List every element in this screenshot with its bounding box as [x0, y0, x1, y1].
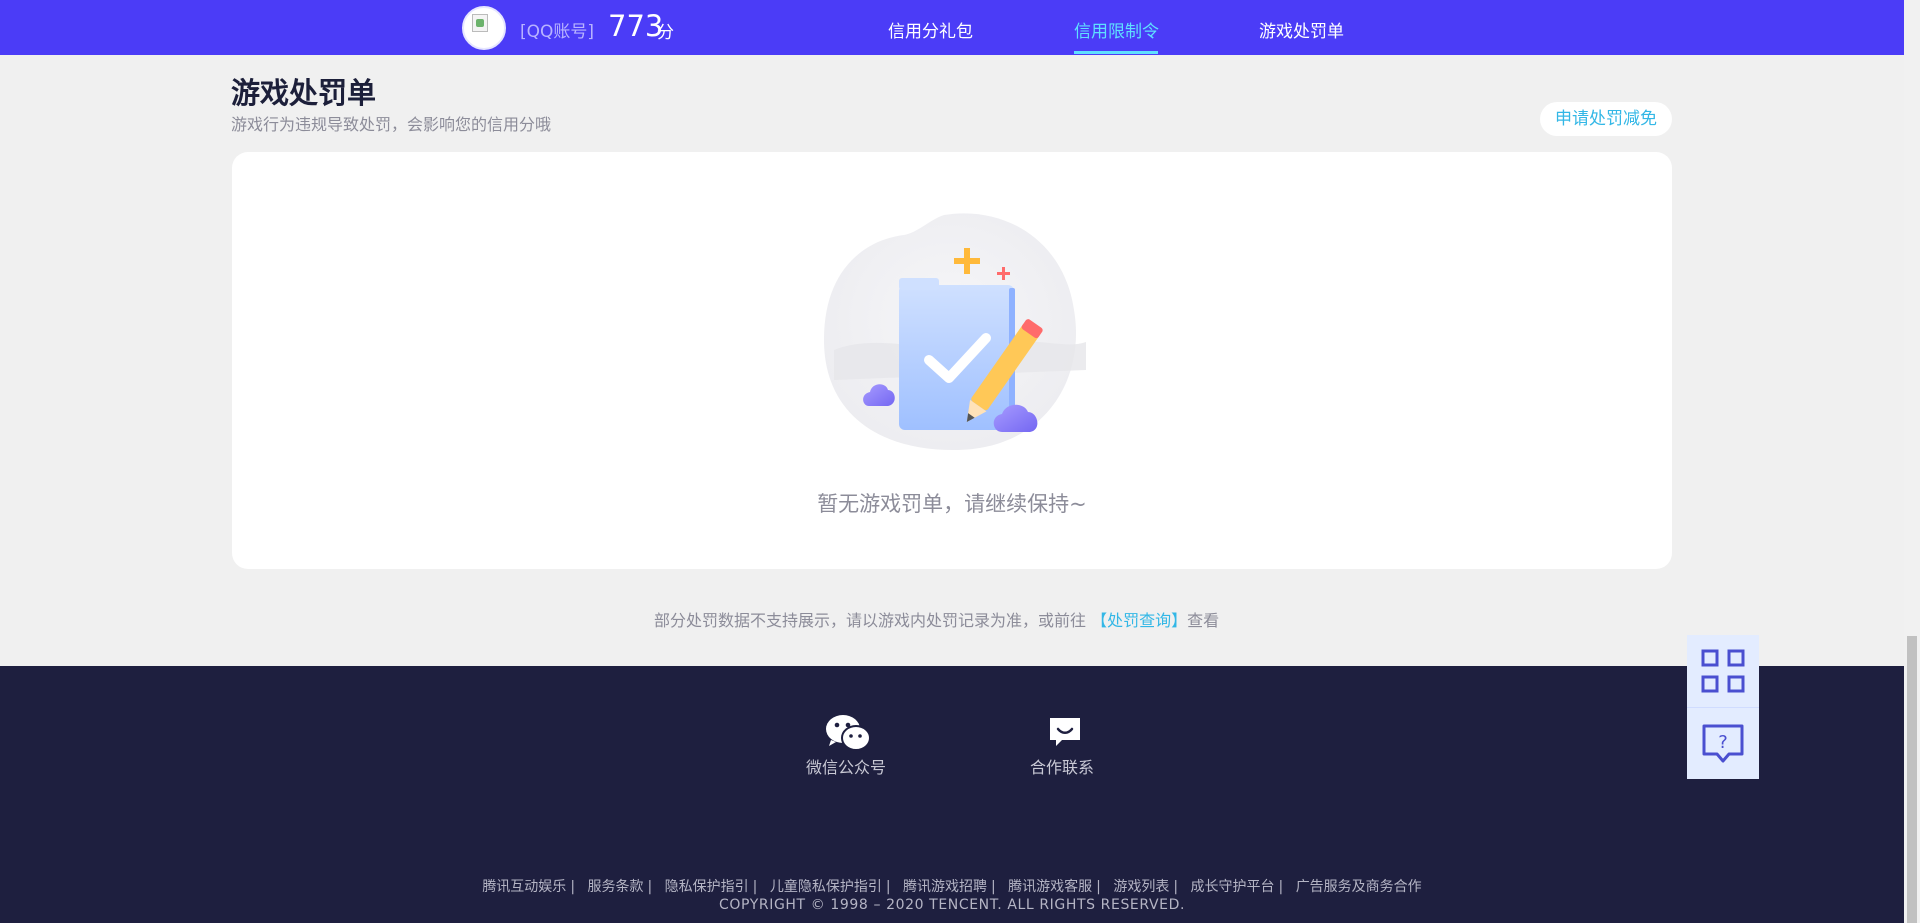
broken-image-icon [472, 14, 488, 32]
empty-state-text: 暂无游戏罚单，请继续保持~ [817, 492, 1087, 516]
wechat-icon[interactable] [825, 714, 871, 752]
penalty-query-link[interactable]: 【处罚查询】 [1091, 611, 1187, 630]
page-title: 游戏处罚单 [231, 76, 377, 110]
copyright: COPYRIGHT © 1998 – 2020 TENCENT. ALL RIG… [719, 897, 1185, 913]
svg-text:?: ? [1718, 732, 1728, 753]
wechat-label[interactable]: 微信公众号 [806, 754, 886, 778]
penalty-notice: 部分处罚数据不支持展示，请以游戏内处罚记录为准，或前往 【处罚查询】查看 [654, 607, 1219, 631]
avatar[interactable] [462, 6, 506, 50]
nav-active-indicator [1074, 51, 1158, 54]
footer-link[interactable]: 服务条款 [587, 879, 643, 895]
chat-bubble-icon[interactable] [1048, 716, 1082, 748]
footer-link[interactable]: 成长守护平台 [1191, 879, 1275, 895]
nav-credit-gift[interactable]: 信用分礼包 [888, 17, 973, 42]
notice-suffix: 查看 [1187, 611, 1220, 630]
nav-credit-restriction[interactable]: 信用限制令 [1074, 17, 1159, 42]
nav-game-penalty[interactable]: 游戏处罚单 [1259, 17, 1344, 42]
qrcode-float-button[interactable] [1687, 635, 1759, 707]
credit-score-unit: 分 [657, 23, 674, 43]
credit-score: 773 [608, 9, 664, 43]
footer-link[interactable]: 儿童隐私保护指引 [770, 879, 882, 895]
help-bubble-icon: ? [1702, 724, 1744, 763]
empty-clipboard-illustration [824, 213, 1086, 450]
apply-penalty-reduction-button[interactable]: 申请处罚减免 [1540, 102, 1672, 136]
page-scrollbar-thumb[interactable] [1907, 636, 1917, 923]
footer-link[interactable]: 游戏列表 [1113, 879, 1169, 895]
account-type-label: [QQ账号] [520, 22, 595, 42]
footer-link[interactable]: 广告服务及商务合作 [1296, 879, 1422, 895]
footer-link[interactable]: 腾讯游戏客服 [1008, 879, 1092, 895]
footer-link[interactable]: 腾讯互动娱乐 [482, 879, 566, 895]
page-subtitle: 游戏行为违规导致处罚，会影响您的信用分哦 [231, 115, 552, 134]
footer-links: 腾讯互动娱乐 | 服务条款 | 隐私保护指引 | 儿童隐私保护指引 | 腾讯游戏招聘 | … [482, 879, 1422, 895]
notice-prefix: 部分处罚数据不支持展示，请以游戏内处罚记录为准，或前往 [654, 611, 1087, 630]
qrcode-icon [1701, 649, 1745, 693]
footer-link[interactable]: 隐私保护指引 [665, 879, 749, 895]
footer-link[interactable]: 腾讯游戏招聘 [903, 879, 987, 895]
help-float-button[interactable]: ? [1687, 707, 1759, 779]
contact-label[interactable]: 合作联系 [1030, 754, 1094, 778]
